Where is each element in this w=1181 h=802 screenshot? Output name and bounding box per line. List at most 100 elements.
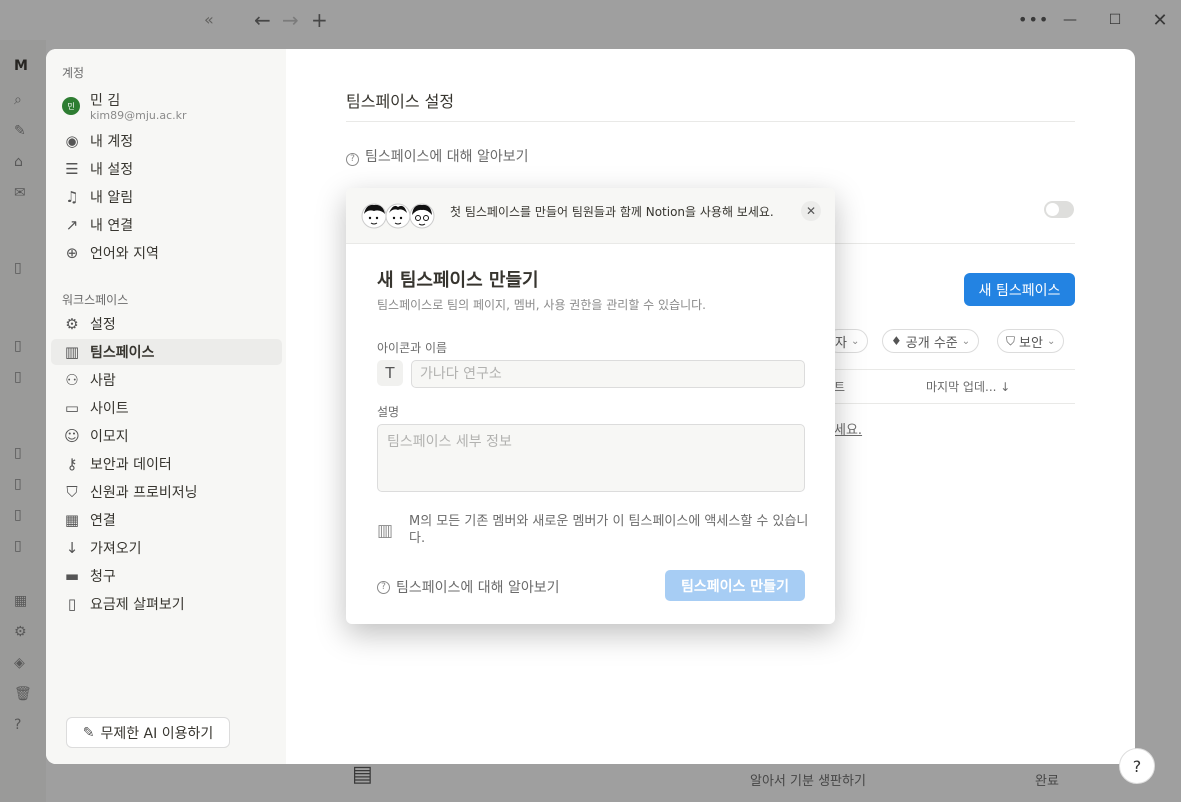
access-notice: M의 모든 기존 멤버와 새로운 멤버가 이 팀스페이스에 액세스할 수 있습니… bbox=[409, 514, 809, 546]
settings-sidebar: 계정 민 민 김 kim89@mju.ac.kr ◉ 내 계정 ☰ 내 설정 ♫… bbox=[46, 49, 286, 764]
sidebar-item-label: 요금제 살펴보기 bbox=[90, 597, 185, 613]
workspace-section-label: 워크스페이스 bbox=[62, 293, 129, 307]
download-icon: ↓ bbox=[65, 539, 79, 557]
sidebar-item-label: 언어와 지역 bbox=[90, 246, 159, 262]
sidebar-item-security[interactable]: ⚷ 보안과 데이터 bbox=[51, 451, 282, 477]
sidebar-item-label: 신원과 프로비저닝 bbox=[90, 485, 198, 501]
close-icon[interactable]: ✕ bbox=[801, 201, 821, 221]
sidebar-item-people[interactable]: ⚇ 사람 bbox=[51, 367, 282, 393]
ai-sparkle-icon: ✎ bbox=[82, 724, 95, 741]
sort-down-icon: ↓ bbox=[1000, 380, 1011, 394]
filter-label: 보안 bbox=[1019, 335, 1043, 351]
sidebar-item-sites[interactable]: ▭ 사이트 bbox=[51, 395, 282, 421]
filter-label: 공개 수준 bbox=[905, 335, 958, 351]
learn-more-link[interactable]: ? 팀스페이스에 대해 알아보기 bbox=[346, 146, 528, 166]
learn-more-label: 팀스페이스에 대해 알아보기 bbox=[365, 149, 529, 165]
chevron-down-icon: ⌄ bbox=[850, 335, 860, 347]
modal-subtitle: 팀스페이스로 팀의 페이지, 멤버, 사용 권한을 관리할 수 있습니다. bbox=[377, 298, 707, 312]
grid-icon: ▦ bbox=[64, 511, 80, 529]
learn-more-label: 팀스페이스에 대해 알아보기 bbox=[396, 580, 560, 596]
sliders-icon: ☰ bbox=[65, 160, 79, 178]
user-email: kim89@mju.ac.kr bbox=[90, 109, 187, 122]
sidebar-item-label: 사이트 bbox=[90, 401, 129, 417]
modal-title: 새 팀스페이스 만들기 bbox=[377, 270, 539, 291]
teamspace-icon-picker[interactable]: T bbox=[377, 360, 403, 386]
visibility-filter[interactable]: ♦ 공개 수준 ⌄ bbox=[882, 329, 980, 353]
sidebar-item-teamspaces[interactable]: ▥ 팀스페이스 bbox=[51, 339, 282, 365]
site-icon: ▭ bbox=[64, 399, 80, 417]
shield-icon: ⛉ bbox=[1006, 333, 1016, 348]
sidebar-item-label: 이모지 bbox=[90, 429, 129, 445]
emoji-icon: ☺ bbox=[64, 427, 80, 445]
sidebar-item-billing[interactable]: ▬ 청구 bbox=[51, 563, 282, 589]
sidebar-item-language[interactable]: ⊕ 언어와 지역 bbox=[51, 240, 282, 266]
team-faces-illustration bbox=[360, 201, 440, 231]
globe-icon: ⊕ bbox=[65, 244, 79, 262]
sidebar-item-notifications[interactable]: ♫ 내 알림 bbox=[51, 184, 282, 210]
sidebar-item-label: 내 연결 bbox=[90, 218, 134, 234]
map-icon: ▯ bbox=[67, 595, 77, 613]
user-name: 민 김 bbox=[90, 93, 121, 109]
teamspace-description-input[interactable] bbox=[377, 424, 805, 492]
sidebar-item-label: 내 계정 bbox=[90, 134, 134, 150]
avatar: 민 bbox=[62, 97, 80, 115]
promo-banner: 첫 팀스페이스를 만들어 팀원들과 함께 Notion을 사용해 보세요. ✕ bbox=[346, 188, 835, 244]
sidebar-item-emoji[interactable]: ☺ 이모지 bbox=[51, 423, 282, 449]
column-header-last-updated[interactable]: 마지막 업데... ↓ bbox=[926, 378, 1010, 395]
sidebar-item-plans[interactable]: ▯ 요금제 살펴보기 bbox=[51, 591, 282, 617]
ai-button-label: 무제한 AI 이용하기 bbox=[100, 725, 214, 742]
question-icon: ? bbox=[346, 153, 359, 166]
teamspace-name-input[interactable] bbox=[411, 360, 805, 388]
question-icon: ? bbox=[377, 580, 390, 594]
account-section-label: 계정 bbox=[62, 66, 85, 80]
gear-icon: ⚙ bbox=[65, 315, 79, 333]
user-profile: 민 민 김 kim89@mju.ac.kr bbox=[62, 90, 272, 124]
name-label: 아이콘과 이름 bbox=[377, 341, 448, 355]
key-icon: ⚷ bbox=[66, 455, 78, 473]
sidebar-item-identity[interactable]: ⛉ 신원과 프로비저닝 bbox=[51, 479, 282, 505]
column-header-fragment[interactable]: 트 bbox=[834, 378, 845, 395]
divider bbox=[346, 121, 1075, 122]
sidebar-item-integrations[interactable]: ▦ 연결 bbox=[51, 507, 282, 533]
sidebar-item-my-settings[interactable]: ☰ 내 설정 bbox=[51, 156, 282, 182]
bell-icon: ♫ bbox=[65, 188, 79, 206]
create-teamspace-modal: 첫 팀스페이스를 만들어 팀원들과 함께 Notion을 사용해 보세요. ✕ … bbox=[346, 188, 835, 624]
chevron-down-icon: ⌄ bbox=[1046, 335, 1056, 347]
new-teamspace-button[interactable]: 새 팀스페이스 bbox=[964, 273, 1075, 306]
unlimited-ai-button[interactable]: ✎ 무제한 AI 이용하기 bbox=[66, 717, 230, 748]
sidebar-item-label: 사람 bbox=[90, 373, 116, 389]
background-link[interactable]: 세요. bbox=[834, 419, 862, 438]
sidebar-item-import[interactable]: ↓ 가져오기 bbox=[51, 535, 282, 561]
help-icon[interactable]: ? bbox=[1119, 748, 1155, 784]
faces-icon bbox=[361, 203, 435, 229]
link-out-icon: ↗ bbox=[65, 216, 79, 234]
sidebar-item-label: 보안과 데이터 bbox=[90, 457, 172, 473]
people-icon: ⚇ bbox=[65, 371, 79, 389]
building-icon: ▥ bbox=[377, 521, 394, 541]
sidebar-item-my-account[interactable]: ◉ 내 계정 bbox=[51, 128, 282, 154]
banner-text: 첫 팀스페이스를 만들어 팀원들과 함께 Notion을 사용해 보세요. bbox=[450, 205, 774, 219]
chevron-down-icon: ⌄ bbox=[961, 335, 971, 347]
pin-icon: ♦ bbox=[891, 334, 902, 348]
sidebar-item-label: 설정 bbox=[90, 317, 116, 333]
create-teamspace-button[interactable]: 팀스페이스 만들기 bbox=[665, 570, 805, 601]
sidebar-item-label: 팀스페이스 bbox=[90, 345, 155, 361]
sidebar-item-label: 청구 bbox=[90, 569, 116, 585]
shield-icon: ⛉ bbox=[66, 483, 78, 501]
column-header-label: 마지막 업데... bbox=[926, 380, 997, 394]
sidebar-item-label: 연결 bbox=[90, 513, 116, 529]
learn-more-link[interactable]: ? 팀스페이스에 대해 알아보기 bbox=[377, 577, 559, 597]
card-icon: ▬ bbox=[64, 567, 80, 585]
user-icon: ◉ bbox=[65, 132, 79, 150]
security-filter[interactable]: ⛉ 보안 ⌄ bbox=[997, 329, 1065, 353]
sidebar-item-connections[interactable]: ↗ 내 연결 bbox=[51, 212, 282, 238]
sidebar-item-settings[interactable]: ⚙ 설정 bbox=[51, 311, 282, 337]
filter-label: 자 bbox=[835, 335, 847, 351]
building-icon: ▥ bbox=[64, 343, 80, 361]
sidebar-item-label: 내 설정 bbox=[90, 162, 134, 178]
sidebar-item-label: 가져오기 bbox=[90, 541, 142, 557]
sidebar-item-label: 내 알림 bbox=[90, 190, 134, 206]
description-label: 설명 bbox=[377, 405, 400, 419]
teamspace-toggle[interactable] bbox=[1044, 201, 1074, 218]
page-title: 팀스페이스 설정 bbox=[346, 92, 455, 111]
